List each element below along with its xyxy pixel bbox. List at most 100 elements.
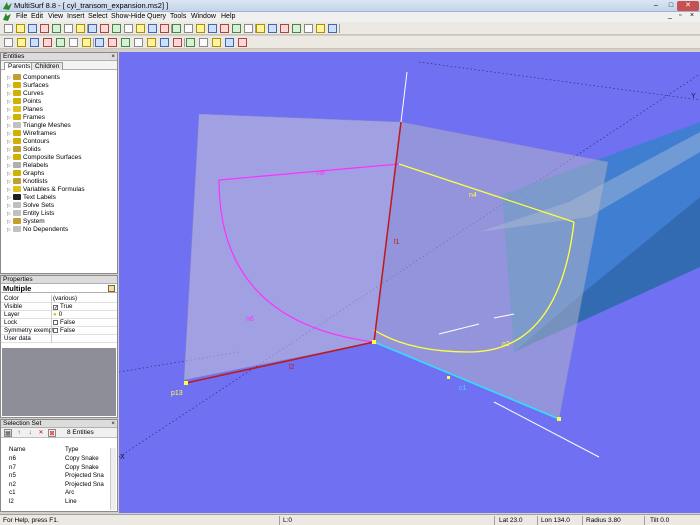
render-icon[interactable]: [232, 24, 241, 33]
selection-row[interactable]: n7 Copy Snake: [1, 464, 109, 472]
curve-icon[interactable]: [160, 24, 169, 33]
tree-item-planes[interactable]: ▷ Planes: [7, 106, 43, 114]
property-row[interactable]: Symmetry exempt False: [1, 327, 117, 335]
remove-icon[interactable]: ✕: [37, 429, 45, 437]
grid-icon[interactable]: [304, 24, 313, 33]
tree-item-curves[interactable]: ▷ Curves: [7, 90, 44, 98]
menu-show-hide[interactable]: Show-Hide: [111, 13, 145, 20]
wireframe-icon[interactable]: [208, 24, 217, 33]
tree-item-points[interactable]: ▷ Points: [7, 98, 41, 106]
tree-item-knotlists[interactable]: ▷ Knotlists: [7, 178, 48, 186]
rotate-icon[interactable]: [268, 24, 277, 33]
label-tool-icon[interactable]: [160, 38, 169, 47]
clear-selection-icon[interactable]: ⊠: [48, 429, 56, 437]
menu-insert[interactable]: Insert: [67, 13, 85, 20]
property-row[interactable]: Visible ✓ True: [1, 303, 117, 311]
close-button[interactable]: ✕: [677, 1, 699, 11]
point-mid[interactable]: [447, 376, 450, 379]
transom-plane-left[interactable]: [183, 113, 402, 381]
print-icon[interactable]: [40, 24, 49, 33]
property-value[interactable]: False: [53, 327, 75, 335]
menu-window[interactable]: Window: [191, 13, 216, 20]
info-icon[interactable]: [316, 24, 325, 33]
move-icon[interactable]: [212, 38, 221, 47]
tree-item-system[interactable]: ▷ System: [7, 218, 45, 226]
snake-eye-icon[interactable]: [199, 38, 208, 47]
menu-tools[interactable]: Tools: [170, 13, 186, 20]
tree-item-contours[interactable]: ▷ Contours: [7, 138, 49, 146]
bead-tool-icon[interactable]: [17, 38, 26, 47]
pan-icon[interactable]: [280, 24, 289, 33]
tree-item-solids[interactable]: ▷ Solids: [7, 146, 41, 154]
contour-tool-icon[interactable]: [108, 38, 117, 47]
tree-item-solve-sets[interactable]: ▷ Solve Sets: [7, 202, 54, 210]
property-row[interactable]: Layer ● 0: [1, 311, 117, 319]
tree-item-surfaces[interactable]: ▷ Surfaces: [7, 82, 49, 90]
close-icon[interactable]: ×: [111, 420, 115, 428]
point-tool-icon[interactable]: [4, 38, 13, 47]
snake-icon[interactable]: [172, 24, 181, 33]
ring-icon[interactable]: [136, 24, 145, 33]
knot-tool-icon[interactable]: [147, 38, 156, 47]
model-view-svg[interactable]: n5 n4 l1 n6 n2 l2 p13 c1 Y X: [119, 52, 700, 513]
tree-item-relabels[interactable]: ▷ Relabels: [7, 162, 48, 170]
properties-pin-icon[interactable]: [108, 285, 115, 292]
mdi-minimize-button[interactable]: _: [668, 12, 672, 19]
selection-row[interactable]: n2 Projected Sna: [1, 481, 109, 489]
tree-item-graphs[interactable]: ▷ Graphs: [7, 170, 44, 178]
undo-icon[interactable]: [88, 24, 97, 33]
layers-icon[interactable]: [328, 24, 337, 33]
solid-tool-icon[interactable]: [121, 38, 130, 47]
tree-item-text-labels[interactable]: ▷ Text Labels: [7, 194, 56, 202]
tree-item-components[interactable]: ▷ Components: [7, 74, 60, 82]
close-icon[interactable]: ×: [111, 53, 115, 61]
property-row[interactable]: Lock False: [1, 319, 117, 327]
transom-plane-right[interactable]: [373, 121, 609, 420]
menu-view[interactable]: View: [48, 13, 63, 20]
checkbox[interactable]: [53, 320, 58, 325]
selection-row[interactable]: c1 Arc: [1, 489, 109, 497]
tree-item-composite-surfaces[interactable]: ▷ Composite Surfaces: [7, 154, 82, 162]
menu-query[interactable]: Query: [147, 13, 166, 20]
frame-tool-icon[interactable]: [82, 38, 91, 47]
surface-tool-icon[interactable]: [69, 38, 78, 47]
maximize-button[interactable]: □: [664, 1, 678, 11]
point-origin[interactable]: [372, 340, 376, 344]
mdi-restore-button[interactable]: ▫: [679, 12, 681, 19]
cut-icon[interactable]: [52, 24, 61, 33]
arc-tool-icon[interactable]: [43, 38, 52, 47]
tree-item-frames[interactable]: ▷ Frames: [7, 114, 45, 122]
new-file-icon[interactable]: [4, 24, 13, 33]
tree-item-wireframes[interactable]: ▷ Wireframes: [7, 130, 56, 138]
selection-scrollbar[interactable]: [110, 448, 116, 510]
mdi-close-button[interactable]: ×: [690, 12, 694, 19]
property-row[interactable]: Color (various): [1, 295, 117, 303]
tree-item-triangle-meshes[interactable]: ▷ Triangle Meshes: [7, 122, 71, 130]
selection-row[interactable]: n5 Projected Sna: [1, 472, 109, 480]
menu-file[interactable]: File: [16, 13, 27, 20]
eye-icon[interactable]: [173, 38, 182, 47]
paste-icon[interactable]: [76, 24, 85, 33]
select-all-icon[interactable]: ▦: [4, 429, 12, 437]
property-value[interactable]: False: [53, 319, 75, 327]
orbit-icon[interactable]: [238, 38, 247, 47]
property-value[interactable]: (various): [53, 295, 77, 303]
tree-item-variables-formulas[interactable]: ▷ Variables & Formulas: [7, 186, 85, 194]
eye-closed-icon[interactable]: [186, 38, 195, 47]
tab-children[interactable]: Children: [31, 62, 64, 70]
model-viewport[interactable]: n5 n4 l1 n6 n2 l2 p13 c1 Y X: [119, 52, 700, 513]
checkbox[interactable]: [53, 328, 58, 333]
point-p13[interactable]: [184, 381, 188, 385]
selection-row[interactable]: l2 Line: [1, 498, 109, 506]
zoom-icon[interactable]: [256, 24, 265, 33]
lightbulb-icon[interactable]: [196, 24, 205, 33]
graph-tool-icon[interactable]: [134, 38, 143, 47]
move-down-icon[interactable]: ↓: [26, 429, 34, 437]
bead-icon[interactable]: [124, 24, 133, 33]
redo-icon[interactable]: [100, 24, 109, 33]
move-up-icon[interactable]: ↑: [15, 429, 23, 437]
open-folder-icon[interactable]: [16, 24, 25, 33]
chart-icon[interactable]: [292, 24, 301, 33]
checkbox[interactable]: ✓: [53, 305, 58, 311]
selection-row[interactable]: n6 Copy Snake: [1, 455, 109, 463]
